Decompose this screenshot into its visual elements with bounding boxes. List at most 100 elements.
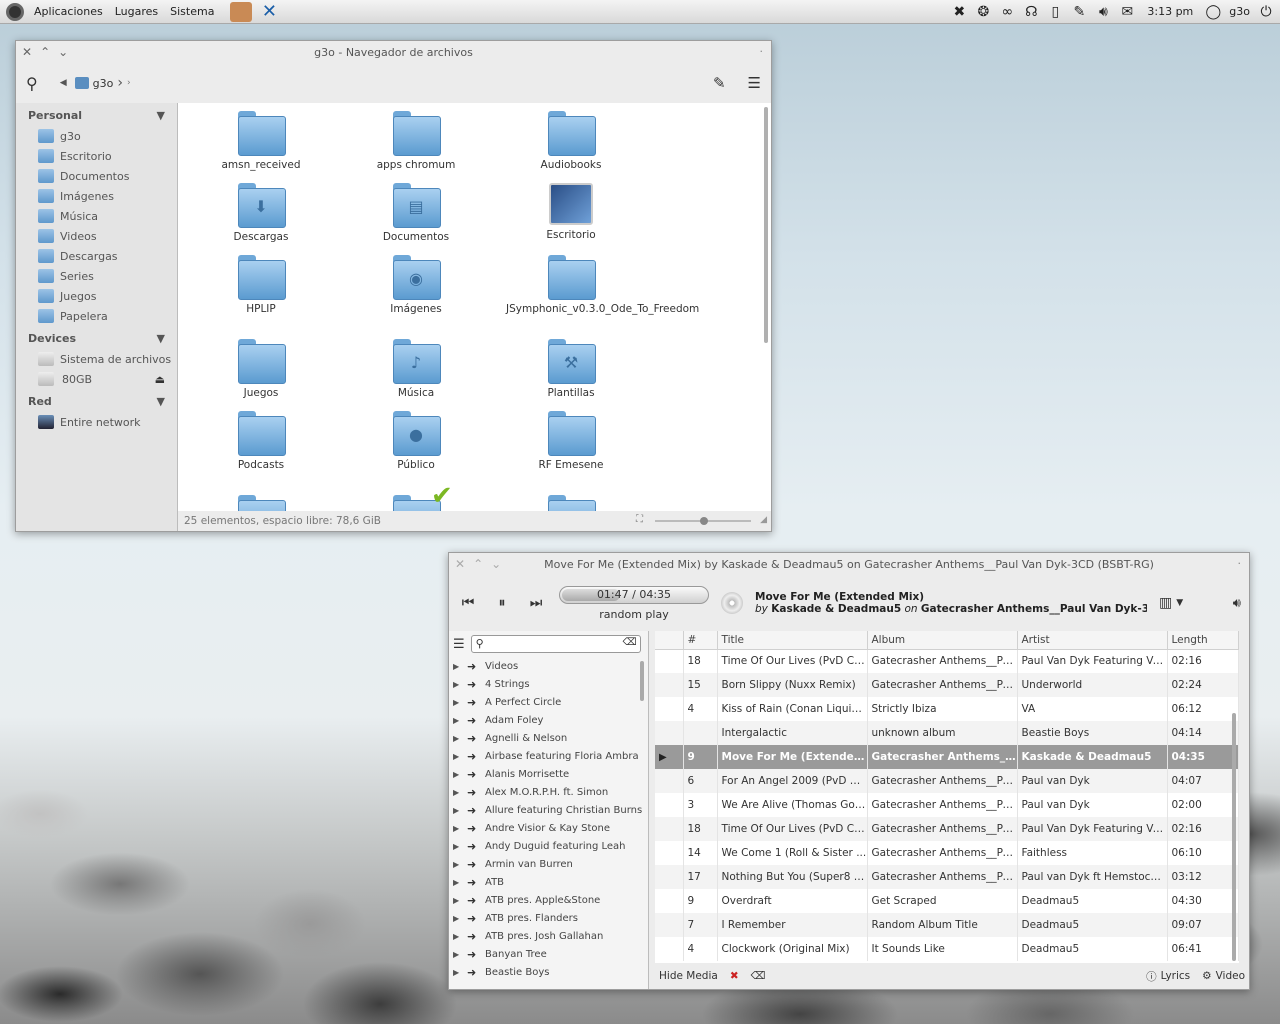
folder-item[interactable]: RF Emesene: [506, 411, 636, 471]
table-row[interactable]: 18 Time Of Our Lives (PvD Cl... Gatecrashe…: [655, 649, 1239, 673]
table-row[interactable]: Intergalactic unknown album Beastie Boys 04…: [655, 721, 1239, 745]
table-row[interactable]: 3 We Are Alive (Thomas Gold... Gatecrasher…: [655, 793, 1239, 817]
previous-track-icon[interactable]: ⏮: [457, 595, 479, 611]
section-personal[interactable]: Personal ▼: [16, 103, 177, 126]
folder-item[interactable]: amsn_received: [196, 111, 326, 171]
expand-arrow-icon[interactable]: ▶: [453, 842, 463, 851]
sidebar-item-filesystem[interactable]: Sistema de archivos: [16, 349, 177, 369]
library-tree-item[interactable]: ▶ ➜ ATB pres. Josh Gallahan: [449, 927, 648, 945]
table-row[interactable]: 4 Clockwork (Original Mix) It Sounds Like D…: [655, 937, 1239, 961]
tray-clipboard-icon[interactable]: ▯: [1047, 4, 1063, 20]
folder-item[interactable]: Escritorio: [506, 183, 636, 241]
library-tree-item[interactable]: ▶ ➜ Allure featuring Christian Burns: [449, 801, 648, 819]
zoom-slider-knob[interactable]: [700, 517, 708, 525]
library-tree-item[interactable]: ▶ ➜ Banyan Tree: [449, 945, 648, 963]
table-row[interactable]: 4 Kiss of Rain (Conan Liquid ... Strictly …: [655, 697, 1239, 721]
expand-arrow-icon[interactable]: ▶: [453, 878, 463, 887]
expand-arrow-icon[interactable]: ▶: [453, 716, 463, 725]
launcher-x-icon[interactable]: ✕: [258, 1, 280, 22]
library-tree-item[interactable]: ▶ ➜ Agnelli & Nelson: [449, 729, 648, 747]
menu-sistema[interactable]: Sistema: [164, 5, 220, 18]
folder-item[interactable]: apps chromum: [351, 111, 481, 171]
breadcrumb-current[interactable]: g3o: [93, 77, 114, 90]
library-scrollbar[interactable]: [640, 661, 644, 701]
collapse-triangle-icon[interactable]: ▼: [157, 109, 165, 122]
info-icon[interactable]: ⓘ: [1146, 969, 1157, 984]
folder-item-partial[interactable]: [196, 495, 326, 511]
search-icon[interactable]: ⚲: [26, 74, 38, 93]
folder-item[interactable]: Audiobooks: [506, 111, 636, 171]
zoom-slider[interactable]: [655, 517, 751, 525]
sidebar-item-personal[interactable]: Videos: [16, 226, 177, 246]
tray-headphones-icon[interactable]: ☊: [1023, 4, 1039, 20]
mp-menu-dot-icon[interactable]: ·: [1238, 557, 1242, 570]
library-tree-item[interactable]: ▶ ➜ 4 Strings: [449, 675, 648, 693]
table-row[interactable]: 15 Born Slippy (Nuxx Remix) Gatecrasher An…: [655, 673, 1239, 697]
sidebar-item-personal[interactable]: Escritorio: [16, 146, 177, 166]
table-row[interactable]: ▶ 9Move For Me (Extended Mix)Gatecrasher …: [655, 745, 1239, 769]
library-tree-item[interactable]: ▶ ➜ Alex M.O.R.P.H. ft. Simon: [449, 783, 648, 801]
folder-item[interactable]: ♪ Música: [351, 339, 481, 399]
forward-icon[interactable]: ›: [127, 78, 131, 88]
breadcrumb[interactable]: g3o › ›: [74, 75, 131, 91]
mp-titlebar[interactable]: ✕ ⌃ ⌄ Move For Me (Extended Mix) by Kask…: [449, 553, 1249, 575]
maximize-icon[interactable]: ⌃: [473, 557, 483, 571]
close-icon[interactable]: ✕: [455, 557, 465, 571]
tray-infinity-icon[interactable]: ∞: [999, 4, 1015, 20]
library-tree-item[interactable]: ▶ ➜ Andy Duguid featuring Leah: [449, 837, 648, 855]
sidebar-item-personal[interactable]: Música: [16, 206, 177, 226]
expand-arrow-icon[interactable]: ▶: [453, 824, 463, 833]
collapse-triangle-icon[interactable]: ▼: [157, 395, 165, 408]
table-row[interactable]: 9 Overdraft Get Scraped Deadmau5 04:30: [655, 889, 1239, 913]
zoom-fit-icon[interactable]: ⛶: [636, 514, 643, 525]
sidebar-item-personal[interactable]: Imágenes: [16, 186, 177, 206]
equalizer-icon[interactable]: ▥: [1159, 595, 1172, 611]
sidebar-item-personal[interactable]: Documentos: [16, 166, 177, 186]
folder-item-partial[interactable]: ✔: [351, 481, 481, 511]
minimize-icon[interactable]: ⌄: [58, 45, 68, 59]
sidebar-item-personal[interactable]: Juegos: [16, 286, 177, 306]
resize-grip-icon[interactable]: ◢: [760, 515, 767, 525]
user-name[interactable]: g3o: [1229, 5, 1250, 18]
library-tree-item[interactable]: ▶ ➜ ATB: [449, 873, 648, 891]
table-row[interactable]: 14 We Come 1 (Roll & Sister ... Gatecrashe…: [655, 841, 1239, 865]
column-header-status[interactable]: [655, 631, 684, 650]
expand-arrow-icon[interactable]: ▶: [453, 788, 463, 797]
table-row[interactable]: 18 Time Of Our Lives (PvD Cl... Gatecrashe…: [655, 817, 1239, 841]
column-header[interactable]: Artist: [1017, 631, 1168, 650]
volume-icon[interactable]: 🔊︎: [1095, 4, 1111, 20]
library-search-input[interactable]: ⚲ ⌫: [470, 635, 641, 653]
collapse-list-icon[interactable]: ☰: [453, 637, 465, 652]
folder-item[interactable]: ● Público: [351, 411, 481, 471]
fm-icon-view[interactable]: amsn_received apps chromum Audiobooks ⬇ Desc…: [178, 103, 771, 511]
library-tree-item[interactable]: ▶ ➜ Armin van Burren: [449, 855, 648, 873]
folder-item[interactable]: Podcasts: [196, 411, 326, 471]
folder-item[interactable]: JSymphonic_v0.3.0_Ode_To_Freedom: [506, 255, 699, 315]
playlist-scrollbar[interactable]: [1232, 713, 1236, 961]
folder-item[interactable]: Juegos: [196, 339, 326, 399]
expand-arrow-icon[interactable]: ▶: [453, 896, 463, 905]
video-settings-icon[interactable]: ⚙: [1202, 970, 1211, 982]
library-tree-item[interactable]: ▶ ➜ ATB pres. Apple&Stone: [449, 891, 648, 909]
table-row[interactable]: 17 Nothing But You (Super8 &... Gatecrashe…: [655, 865, 1239, 889]
expand-arrow-icon[interactable]: ▶: [453, 662, 463, 671]
sidebar-item-personal[interactable]: g3o: [16, 126, 177, 146]
maximize-icon[interactable]: ⌃: [40, 45, 50, 59]
expand-arrow-icon[interactable]: ▶: [453, 734, 463, 743]
sidebar-item-80gb[interactable]: 80GB ⏏: [16, 369, 177, 389]
column-header[interactable]: Title: [717, 631, 868, 650]
library-tree-item[interactable]: ▶ ➜ Adam Foley: [449, 711, 648, 729]
folder-item[interactable]: HPLIP: [196, 255, 326, 315]
column-header[interactable]: Album: [867, 631, 1018, 650]
tray-spiral-icon[interactable]: ❂: [975, 4, 991, 20]
folder-item[interactable]: ▤ Documentos: [351, 183, 481, 243]
video-button[interactable]: Video: [1216, 970, 1245, 982]
column-header[interactable]: #: [683, 631, 718, 650]
chevron-right-icon[interactable]: ›: [117, 75, 123, 91]
section-devices[interactable]: Devices ▼: [16, 326, 177, 349]
expand-arrow-icon[interactable]: ▶: [453, 680, 463, 689]
expand-arrow-icon[interactable]: ▶: [453, 860, 463, 869]
hide-media-button[interactable]: Hide Media: [659, 970, 718, 982]
fm-menu-dot-icon[interactable]: ·: [760, 45, 764, 58]
expand-arrow-icon[interactable]: ▶: [453, 806, 463, 815]
